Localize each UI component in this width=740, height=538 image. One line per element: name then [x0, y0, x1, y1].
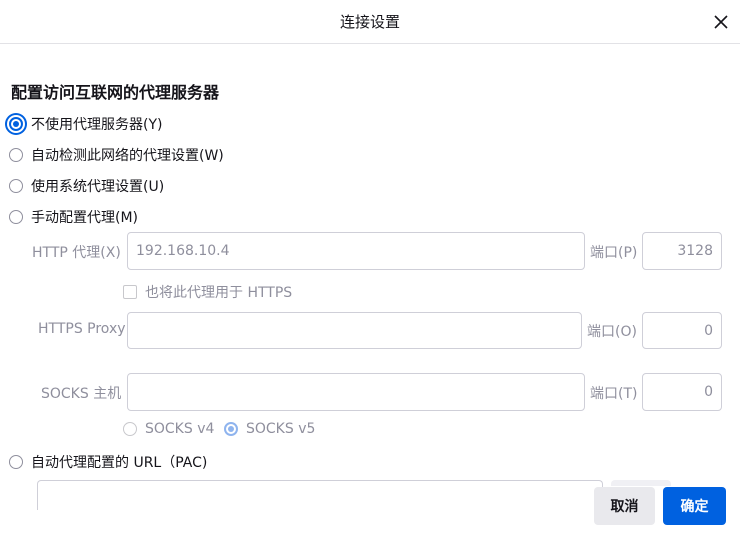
also-https-checkbox[interactable]	[123, 285, 137, 299]
radio-label: 使用系统代理设置(U)	[31, 179, 165, 195]
socks-host-label: SOCKS 主机	[41, 386, 122, 402]
socks-port-label: 端口(T)	[590, 386, 638, 402]
https-proxy-label: HTTPS Proxy	[38, 321, 126, 337]
socks-port-input[interactable]: 0	[642, 373, 722, 411]
http-proxy-label: HTTP 代理(X)	[32, 245, 121, 261]
radio-label: 不使用代理服务器(Y)	[31, 117, 163, 133]
radio-socks-v4[interactable]: SOCKS v4	[123, 421, 214, 437]
radio-button[interactable]	[9, 179, 23, 193]
radio-label: SOCKS v5	[246, 421, 316, 437]
radio-label: 手动配置代理(M)	[31, 210, 139, 226]
https-port-input[interactable]: 0	[642, 312, 722, 349]
radio-no-proxy[interactable]: 不使用代理服务器(Y)	[9, 114, 162, 134]
ok-button[interactable]: 确定	[663, 487, 726, 525]
dialog-titlebar: 连接设置	[0, 0, 740, 44]
radio-system-proxy[interactable]: 使用系统代理设置(U)	[9, 176, 164, 196]
radio-label: 自动检测此网络的代理设置(W)	[31, 148, 224, 164]
radio-button[interactable]	[9, 148, 23, 162]
dialog-title: 连接设置	[339, 13, 400, 31]
close-button[interactable]	[708, 10, 734, 34]
radio-socks-v5[interactable]: SOCKS v5	[224, 421, 315, 437]
cancel-button[interactable]: 取消	[594, 487, 655, 525]
radio-button[interactable]	[9, 210, 23, 224]
http-proxy-input[interactable]: 192.168.10.4	[127, 232, 585, 270]
radio-label: SOCKS v4	[145, 421, 215, 437]
https-port-label: 端口(O)	[587, 324, 637, 340]
radio-button[interactable]	[9, 455, 23, 469]
radio-button[interactable]	[224, 422, 238, 436]
radio-pac-url[interactable]: 自动代理配置的 URL（PAC)	[9, 452, 207, 472]
http-port-input[interactable]: 3128	[642, 232, 722, 270]
section-heading: 配置访问互联网的代理服务器	[11, 83, 220, 102]
close-icon	[714, 15, 728, 29]
radio-button[interactable]	[9, 117, 23, 131]
also-https-label: 也将此代理用于 HTTPS	[145, 285, 293, 301]
radio-button[interactable]	[123, 422, 137, 436]
https-proxy-input[interactable]	[127, 312, 582, 349]
socks-host-input[interactable]	[127, 373, 585, 411]
pac-reload-button[interactable]	[611, 480, 671, 486]
radio-label: 自动代理配置的 URL（PAC)	[31, 455, 208, 471]
radio-auto-detect[interactable]: 自动检测此网络的代理设置(W)	[9, 145, 224, 165]
radio-manual-proxy[interactable]: 手动配置代理(M)	[9, 207, 138, 227]
http-port-label: 端口(P)	[590, 245, 638, 261]
also-https-checkbox-row[interactable]: 也将此代理用于 HTTPS	[123, 282, 292, 302]
pac-url-input[interactable]	[37, 480, 603, 510]
